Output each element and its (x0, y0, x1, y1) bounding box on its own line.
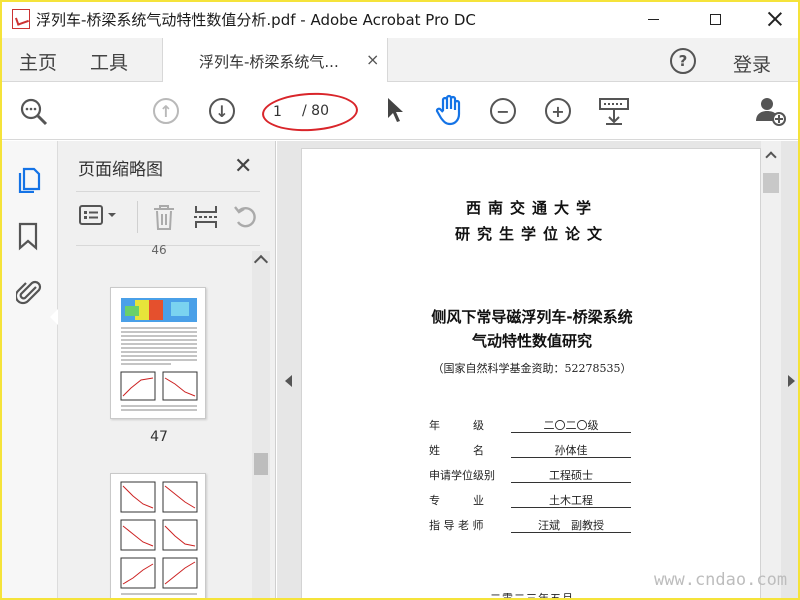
delete-page-icon[interactable] (150, 203, 178, 235)
panel-divider (76, 191, 260, 192)
thumbnail-options-icon[interactable] (78, 203, 122, 233)
sign-in-button[interactable]: 登录 (733, 50, 771, 77)
info-value: 二〇二〇级 (511, 417, 631, 433)
info-row-grade: 年 级 二〇二〇级 (429, 417, 639, 435)
expand-right-panel-icon[interactable] (788, 375, 795, 387)
acrobat-app-icon[interactable] (12, 9, 30, 29)
scroll-up-icon[interactable] (253, 254, 269, 270)
window-title: 浮列车-桥梁系统气动特性数值分析.pdf - Adobe Acrobat Pro… (36, 11, 476, 29)
help-icon[interactable]: ? (670, 48, 696, 74)
page-down-icon[interactable]: ↓ (209, 98, 235, 124)
info-label: 年 级 (429, 419, 484, 432)
info-value: 汪斌 副教授 (511, 517, 631, 533)
info-label: 专 业 (429, 494, 484, 507)
info-row-degree: 申请学位级别 工程硕士 (429, 467, 639, 485)
page-up-icon[interactable]: ↑ (153, 98, 179, 124)
maximize-icon (709, 13, 721, 25)
collapse-left-panel-icon[interactable] (285, 375, 292, 387)
document-tab-close-button[interactable]: × (366, 50, 379, 69)
info-value: 土木工程 (511, 492, 631, 508)
scroll-up-icon[interactable] (765, 151, 777, 163)
page-thumbnails-icon[interactable] (16, 163, 42, 197)
info-row-major: 专 业 土木工程 (429, 492, 639, 510)
document-tab[interactable]: 浮列车-桥梁系统气... × (162, 38, 388, 82)
scrollbar-thumb[interactable] (763, 173, 779, 193)
thesis-title-line1: 侧风下常导磁浮列车-桥梁系统 (431, 308, 633, 326)
info-row-advisor: 指 导 老 师 汪斌 副教授 (429, 517, 639, 535)
document-viewer: 西南交通大学 研究生学位论文 侧风下常导磁浮列车-桥梁系统 气动特性数值研究 （… (277, 141, 800, 600)
menu-home[interactable]: 主页 (19, 48, 57, 75)
panel-title: 页面缩略图 (78, 160, 163, 180)
info-value: 工程硕士 (511, 467, 631, 483)
watermark: www.cndao.com (654, 570, 788, 590)
bookmark-icon[interactable] (16, 221, 40, 255)
thumbnail-page[interactable] (110, 287, 206, 419)
title-bar: 浮列车-桥梁系统气动特性数值分析.pdf - Adobe Acrobat Pro… (0, 0, 800, 38)
university-name: 西南交通大学 (465, 199, 598, 217)
zoom-out-icon[interactable]: − (490, 98, 516, 124)
thesis-date: 二零二三年五月 (490, 592, 574, 600)
rail-active-pointer (50, 309, 58, 325)
thumbnail-page-number: 47 (150, 429, 168, 445)
toolbar: ↑ ↓ − + (0, 83, 800, 140)
thesis-type: 研究生学位论文 (454, 225, 609, 243)
thesis-title-line2: 气动特性数值研究 (471, 332, 592, 350)
add-user-icon[interactable] (755, 95, 787, 131)
maximize-button[interactable] (692, 4, 738, 34)
info-label: 申请学位级别 (429, 469, 495, 482)
attachment-icon[interactable] (14, 277, 42, 311)
info-label: 指 导 老 师 (429, 519, 484, 532)
keyboard-icon[interactable] (598, 96, 630, 130)
panel-close-button[interactable]: ✕ (234, 154, 252, 179)
insert-page-icon[interactable] (192, 203, 220, 235)
toolbar-separator (137, 201, 138, 233)
thumbnail-page[interactable] (110, 473, 206, 600)
document-tab-label: 浮列车-桥梁系统气... (199, 53, 339, 71)
close-icon (768, 12, 782, 26)
info-row-name: 姓 名 孙体佳 (429, 442, 639, 460)
zoom-search-icon[interactable] (19, 97, 49, 131)
menu-tools[interactable]: 工具 (90, 48, 128, 75)
zoom-in-icon[interactable]: + (545, 98, 571, 124)
document-scrollbar[interactable] (761, 141, 781, 600)
thumbnail-page-number: 46 (151, 243, 167, 257)
info-label: 姓 名 (429, 444, 484, 457)
info-value: 孙体佳 (511, 442, 631, 458)
hand-tool-icon[interactable] (434, 94, 464, 130)
pdf-page: 西南交通大学 研究生学位论文 侧风下常导磁浮列车-桥梁系统 气动特性数值研究 （… (301, 148, 761, 600)
left-rail (0, 141, 58, 600)
select-arrow-icon[interactable] (385, 96, 407, 128)
funding-note: （国家自然科学基金资助：52278535） (432, 362, 632, 375)
thumbnail-scrollbar[interactable] (252, 251, 270, 600)
minimize-button[interactable] (630, 4, 676, 34)
minimize-icon (647, 18, 659, 20)
rotate-page-icon[interactable] (232, 203, 260, 235)
thumbnail-panel: 页面缩略图 ✕ 46 47 (58, 141, 276, 600)
close-window-button[interactable] (752, 4, 798, 34)
scrollbar-thumb[interactable] (254, 453, 268, 475)
